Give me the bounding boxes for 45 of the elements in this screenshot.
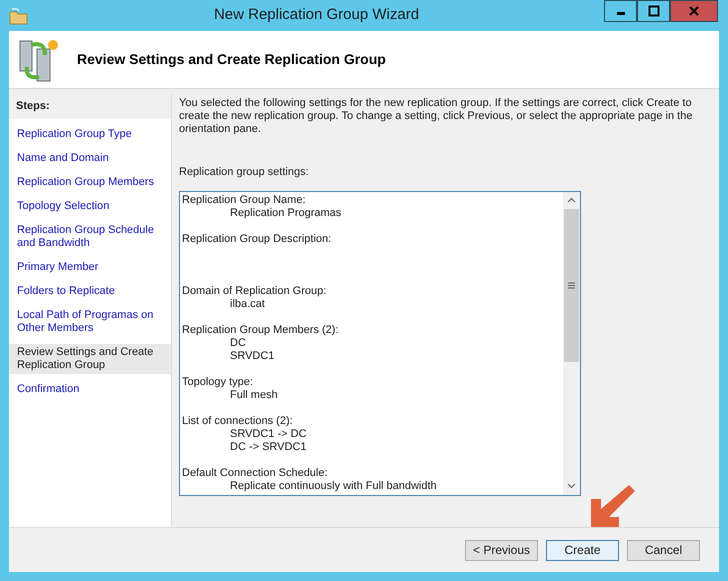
setting-value: DC [230,336,246,348]
setting-heading: Domain of Replication Group: [182,284,328,298]
grip-icon [568,282,575,288]
step-link[interactable]: Replication Group Members [9,174,171,190]
chevron-up-icon [567,197,576,203]
step-link[interactable]: Review Settings and Create Replication Group [9,344,171,374]
folder-icon [9,6,29,24]
setting-value: DC -> SRVDC1 [230,440,307,452]
setting-heading: Replication Group Members (2): [182,324,340,336]
step-link[interactable]: Folders to Replicate [9,282,171,300]
step-link[interactable]: Confirmation [9,380,171,398]
step-link[interactable]: Local Path of Programas on Other Members [9,306,171,336]
step-link[interactable]: Replication Group Schedule and Bandwidth [9,222,171,252]
close-button[interactable] [670,0,718,22]
close-icon [688,5,700,17]
settings-label: Replication group settings: [179,165,310,180]
window-title: New Replication Group Wizard [212,5,420,26]
setting-heading: Replication Group Description: [182,232,332,246]
wizard-button[interactable]: Cancel [627,540,700,560]
setting-heading: Topology type: [182,376,254,388]
wizard-button[interactable]: < Previous [465,540,538,560]
scrollbar-thumb[interactable] [564,208,579,362]
instructions-text: You selected the following settings for the new replication group. If the settings are correct, click Create to create the new replication group. To change a setting, click Previous, or select the appropriate page in the orientation pane. [179,97,694,136]
step-link[interactable]: Replication Group Type [9,126,171,142]
setting-heading: Default Connection Schedule: [182,466,329,480]
maximize-icon [648,5,660,17]
minimize-button[interactable] [604,0,637,22]
step-link[interactable]: Primary Member [9,258,171,276]
setting-value: SRVDC1 -> DC [230,428,307,440]
step-link[interactable]: Topology Selection [9,198,171,214]
setting-heading: Replication Group Name: [182,194,307,206]
step-link[interactable]: Name and Domain [9,150,171,166]
pointer-arrow [589,483,635,529]
setting-value: SRVDC1 [230,350,274,362]
chevron-down-icon [567,483,576,489]
wizard-button[interactable]: Create [546,540,619,560]
page-title: Review Settings and Create Replication Group [77,50,386,69]
settings-text-area[interactable] [179,190,581,496]
steps-heading: Steps: [9,94,171,118]
setting-value: Replication Programas [230,206,342,218]
setting-heading: List of connections (2): [182,414,294,428]
setting-value: Replicate continuously with Full bandwidth [230,480,437,492]
setting-value: ilba.cat [230,298,265,310]
maximize-button[interactable] [637,0,670,22]
setting-value: Full mesh [230,388,278,400]
